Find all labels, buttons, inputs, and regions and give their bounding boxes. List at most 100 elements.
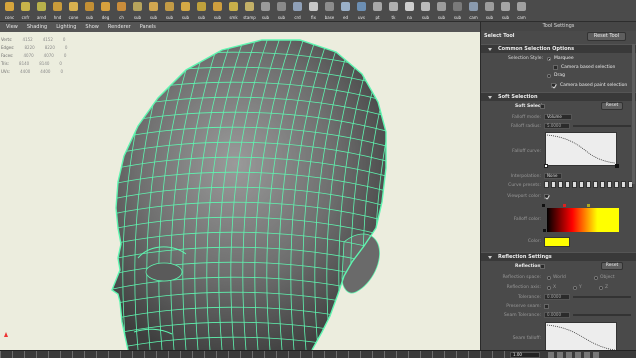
axis-x-radio[interactable] [547, 286, 551, 290]
falloff-radius-slider[interactable] [573, 125, 631, 127]
time-slider[interactable]: 1.00 [0, 350, 636, 358]
falloff-curve-graph[interactable] [545, 132, 617, 166]
play-forward-icon[interactable] [575, 352, 581, 358]
axis-y-radio[interactable] [573, 286, 577, 290]
go-to-end-icon[interactable] [593, 352, 599, 358]
shelf-tool-22[interactable]: uvs [354, 1, 369, 20]
step-forward-icon[interactable] [584, 352, 590, 358]
shelf-tool-5[interactable]: sub [82, 1, 97, 20]
shelf-tool-4[interactable]: cone [66, 1, 81, 20]
panel-menu-shading[interactable]: Shading [27, 24, 47, 30]
curve-key-end[interactable] [615, 164, 619, 168]
shelf-tool-27[interactable]: sub [434, 1, 449, 20]
shelf-tool-3[interactable]: hnd [50, 1, 65, 20]
curve-preset-button[interactable] [593, 181, 598, 188]
drag-radio[interactable] [547, 74, 551, 78]
shelf-tool-14[interactable]: smk [226, 1, 241, 20]
shelf-tool-24[interactable]: tk [386, 1, 401, 20]
reset-tool-button[interactable]: Reset Tool [587, 32, 626, 41]
shelf-tool-31[interactable]: sub [498, 1, 513, 20]
curve-key-start[interactable] [544, 164, 548, 168]
curve-preset-button[interactable] [558, 181, 563, 188]
head-model-wireframe[interactable] [0, 32, 480, 350]
shelf-tool-32[interactable]: cam [514, 1, 529, 20]
falloff-mode-select[interactable]: Volume [544, 114, 572, 120]
camera-based-paint-selection-checkbox[interactable] [551, 83, 557, 89]
gradient-key-marker[interactable] [542, 204, 545, 207]
tolerance-field[interactable]: 0.0000 [544, 294, 570, 300]
falloff-color-gradient[interactable] [547, 208, 619, 232]
shelf-tool-11[interactable]: sub [178, 1, 193, 20]
shelf-tool-8[interactable]: sub [130, 1, 145, 20]
shelf-tool-9[interactable]: sub [146, 1, 161, 20]
shelf-tool-12[interactable]: sub [194, 1, 209, 20]
camera-based-selection-checkbox[interactable] [553, 65, 558, 70]
panel-menu-lighting[interactable]: Lighting [56, 24, 76, 30]
panel-menu-renderer[interactable]: Renderer [108, 24, 131, 30]
falloff-radius-field[interactable]: 5.0000 [544, 123, 570, 129]
shelf-tool-28[interactable]: sub [450, 1, 465, 20]
section-common-selection[interactable]: Common Selection Options [481, 44, 636, 53]
world-radio[interactable] [547, 276, 551, 280]
shelf-tool-25[interactable]: na [402, 1, 417, 20]
viewport-color-checkbox[interactable] [544, 194, 550, 200]
soft-select-checkbox[interactable] [540, 104, 545, 109]
viewport[interactable]: Verts: 4152 4152 0 Edges: 8220 8220 0 Faces: 4070… [0, 32, 480, 350]
shelf-tool-15[interactable]: stamp [242, 1, 257, 20]
shelf-tool-17[interactable]: sub [274, 1, 289, 20]
play-back-icon[interactable] [566, 352, 572, 358]
shelf-tool-26[interactable]: sub [418, 1, 433, 20]
panel-menu-panels[interactable]: Panels [140, 24, 156, 30]
shelf-tool-16[interactable]: sub [258, 1, 273, 20]
curve-preset-button[interactable] [572, 181, 577, 188]
curve-preset-button[interactable] [586, 181, 591, 188]
reflection-checkbox[interactable] [540, 264, 545, 269]
shelf-tool-18[interactable]: crd [290, 1, 305, 20]
curve-preset-button[interactable] [600, 181, 605, 188]
shelf-tool-13[interactable]: sub [210, 1, 225, 20]
curve-preset-button[interactable] [579, 181, 584, 188]
seam-falloff-curve-graph[interactable] [545, 322, 617, 350]
color-swatch[interactable] [544, 237, 570, 247]
tool-settings-scrollbar[interactable] [632, 44, 635, 184]
step-back-icon[interactable] [557, 352, 563, 358]
marquee-radio[interactable] [547, 57, 551, 61]
shelf-tool-10[interactable]: sub [162, 1, 177, 20]
shelf-tool-21[interactable]: ed [338, 1, 353, 20]
curve-preset-button[interactable] [565, 181, 570, 188]
seam-tolerance-slider[interactable] [573, 314, 631, 316]
shelf-tool-1[interactable]: cnfr [18, 1, 33, 20]
soft-reset-button[interactable]: Reset [601, 102, 623, 110]
gradient-key-marker[interactable] [563, 204, 566, 207]
shelf-tool-0[interactable]: conc [2, 1, 17, 20]
section-soft-selection[interactable]: Soft Selection [481, 92, 636, 101]
object-radio[interactable] [594, 276, 598, 280]
curve-preset-button[interactable] [621, 181, 626, 188]
shelf-tool-23[interactable]: pt [370, 1, 385, 20]
curve-preset-button[interactable] [544, 181, 549, 188]
shelf-tool-29[interactable]: cam [466, 1, 481, 20]
go-to-start-icon[interactable] [548, 352, 554, 358]
shelf-tool-6[interactable]: deg [98, 1, 113, 20]
gradient-key-marker[interactable] [587, 204, 590, 207]
shelf-tool-19[interactable]: fix [306, 1, 321, 20]
section-reflection-settings[interactable]: Reflection Settings [481, 252, 636, 261]
reflection-reset-button[interactable]: Reset [601, 262, 623, 270]
panel-menu-show[interactable]: Show [85, 24, 99, 30]
gradient-key-marker[interactable] [543, 229, 546, 232]
current-frame-field[interactable]: 1.00 [510, 352, 540, 358]
preserve-seam-checkbox[interactable] [544, 304, 549, 309]
axis-z-radio[interactable] [599, 286, 603, 290]
panel-menu-view[interactable]: View [6, 24, 18, 30]
shelf-tool-20[interactable]: base [322, 1, 337, 20]
curve-preset-button[interactable] [607, 181, 612, 188]
shelf-tool-2[interactable]: arnd [34, 1, 49, 20]
curve-preset-button[interactable] [614, 181, 619, 188]
curve-preset-button[interactable] [551, 181, 556, 188]
time-slider-ticks[interactable] [0, 351, 505, 358]
interpolation-select[interactable]: None [544, 173, 562, 179]
seam-tolerance-field[interactable]: 0.0000 [544, 312, 570, 318]
tolerance-slider[interactable] [573, 296, 631, 298]
shelf-tool-7[interactable]: ch [114, 1, 129, 20]
shelf-tool-30[interactable]: sub [482, 1, 497, 20]
